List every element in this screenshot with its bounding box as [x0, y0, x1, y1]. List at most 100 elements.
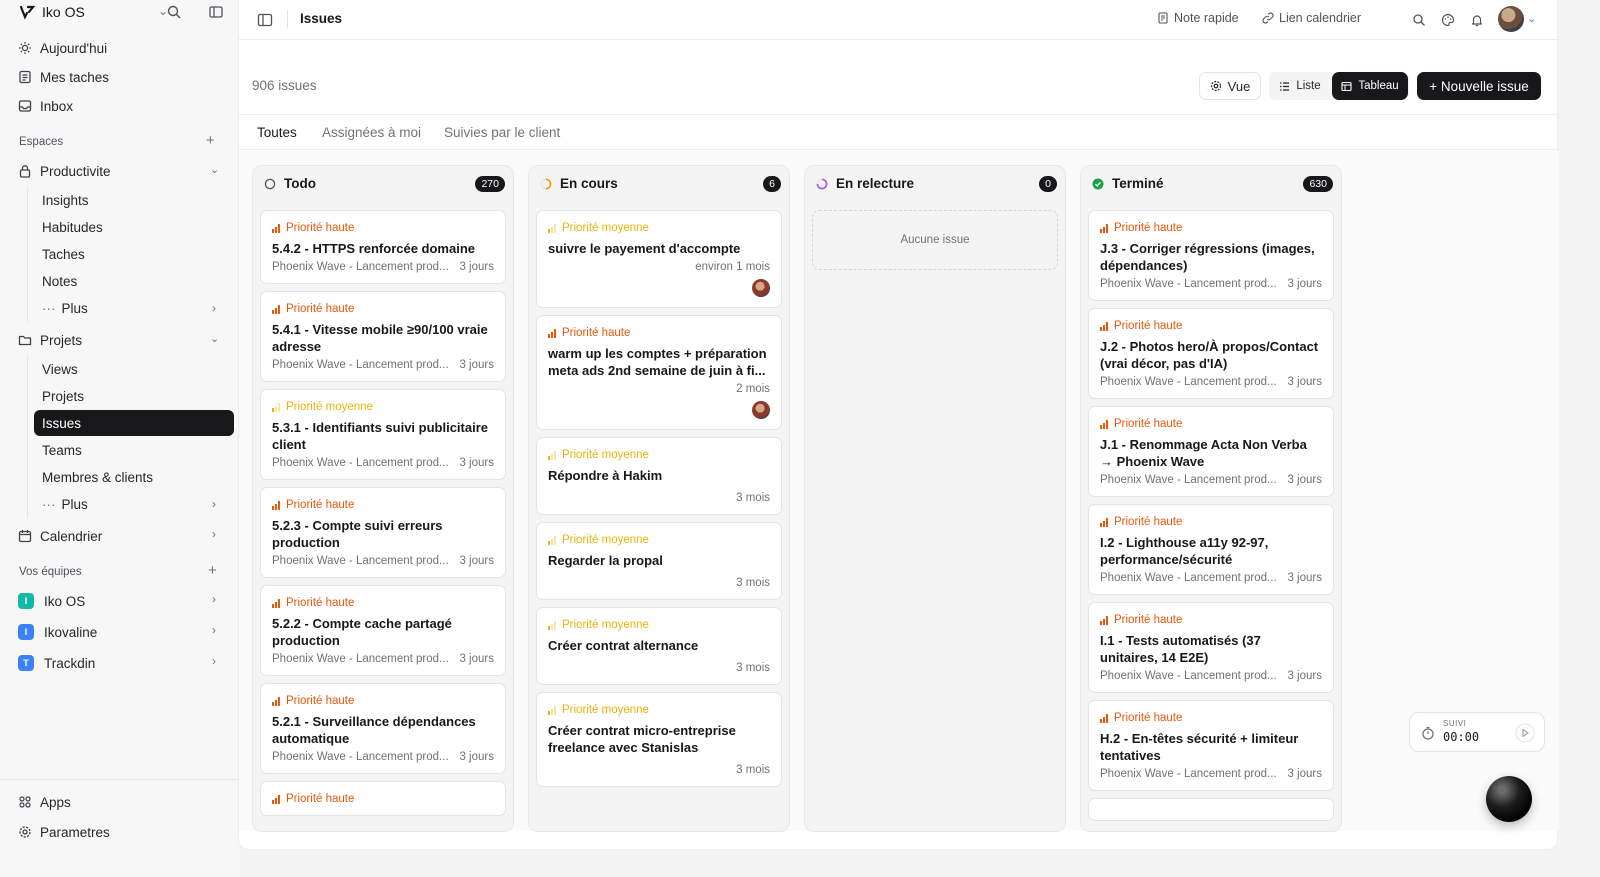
issue-card[interactable]: Priorité moyenne 5.3.1 - Identifiants su… [260, 389, 506, 480]
board-view-button[interactable]: Tableau [1332, 72, 1408, 100]
link-icon [1262, 12, 1274, 24]
issue-title: 5.4.1 - Vitesse mobile ≥90/100 vraie adr… [272, 322, 488, 354]
priority-text: Priorité moyenne [562, 534, 649, 546]
tab-assignees-a-moi[interactable]: Assignées à moi [322, 125, 421, 140]
nav-mes-taches[interactable]: Mes taches [18, 64, 234, 90]
priority-label: Priorité haute [272, 793, 494, 805]
timer-value: 00:00 [1443, 730, 1480, 744]
search-icon[interactable] [1410, 11, 1428, 29]
folder-icon [18, 333, 32, 347]
nav-apps[interactable]: Apps [18, 789, 234, 815]
issue-card[interactable]: Priorité haute [260, 781, 506, 816]
issue-project: Phoenix Wave - Lancement prod... [1100, 670, 1277, 682]
assignee-avatar[interactable] [752, 401, 770, 419]
issue-card[interactable]: Priorité haute 5.2.2 - Compte cache part… [260, 585, 506, 676]
priority-bars-icon [272, 598, 281, 608]
issue-age: 3 jours [459, 653, 494, 665]
sidebar-item-projets[interactable]: Projets [34, 383, 234, 409]
bell-icon[interactable] [1468, 11, 1486, 29]
issue-card[interactable]: Priorité haute J.3 - Corriger régression… [1088, 210, 1334, 301]
sidebar-toggle-icon[interactable] [208, 4, 226, 22]
issue-card[interactable] [1088, 798, 1334, 821]
sidebar-item-plus-projets[interactable]: ··· Plus › [34, 491, 234, 517]
tab-toutes[interactable]: Toutes [257, 125, 297, 140]
note-icon [1157, 12, 1169, 24]
issue-card[interactable]: Priorité haute 5.2.1 - Surveillance dépe… [260, 683, 506, 774]
issue-card[interactable]: Priorité haute I.1 - Tests automatisés (… [1088, 602, 1334, 693]
sidebar-item-issues[interactable]: Issues [34, 410, 234, 436]
user-avatar[interactable] [1498, 6, 1524, 32]
list-label: Liste [1296, 80, 1321, 92]
priority-text: Priorité haute [286, 695, 355, 707]
spaces-section-label: Espaces [19, 136, 64, 148]
sidebar-item-notes[interactable]: Notes [34, 268, 234, 294]
time-tracker-widget[interactable]: SUIVI 00:00 [1409, 712, 1545, 752]
view-options-button[interactable]: Vue [1199, 72, 1261, 100]
issue-title: 5.3.1 - Identifiants suivi publicitaire … [272, 420, 488, 452]
issue-card[interactable]: Priorité haute 5.4.1 - Vitesse mobile ≥9… [260, 291, 506, 382]
issue-card[interactable]: Priorité haute J.1 - Renommage Acta Non … [1088, 406, 1334, 497]
sidebar-item-habitudes[interactable]: Habitudes [34, 214, 234, 240]
space-projets[interactable]: Projets ⌄ [18, 327, 234, 353]
sidebar-item-teams[interactable]: Teams [34, 437, 234, 463]
assistant-orb-button[interactable] [1486, 776, 1532, 822]
palette-icon[interactable] [1439, 11, 1457, 29]
issue-card[interactable]: Priorité haute 5.4.2 - HTTPS renforcée d… [260, 210, 506, 284]
item-label: Taches [42, 246, 85, 262]
workspace-switcher[interactable]: Iko OS ⌄ [18, 0, 233, 24]
team-trackdin[interactable]: T Trackdin › [18, 650, 234, 676]
sidebar-item-views[interactable]: Views [34, 356, 234, 382]
priority-label: Priorité moyenne [548, 222, 770, 234]
search-icon[interactable] [166, 4, 184, 22]
gear-icon [18, 825, 32, 839]
team-name: Ikovaline [44, 624, 98, 640]
issue-count: 906 issues [252, 78, 317, 93]
column-title: Terminé [1112, 176, 1164, 191]
issue-title: Regarder la propal [548, 553, 663, 568]
sidebar-item-taches[interactable]: Taches [34, 241, 234, 267]
sidebar-toggle-icon[interactable] [256, 11, 274, 29]
tab-suivies-par-client[interactable]: Suivies par le client [444, 125, 560, 140]
nav-aujourdhui[interactable]: Aujourd'hui [18, 35, 234, 61]
issue-card[interactable]: Priorité moyenne Créer contrat alternanc… [536, 607, 782, 685]
sidebar-item-membres-clients[interactable]: Membres & clients [34, 464, 234, 490]
issue-card[interactable]: Priorité moyenne Regarder la propal 3 mo… [536, 522, 782, 600]
priority-label: Priorité moyenne [272, 401, 494, 413]
quick-note-label: Note rapide [1174, 11, 1239, 25]
nav-parametres[interactable]: Parametres [18, 819, 234, 845]
issue-card[interactable]: Priorité haute 5.2.3 - Compte suivi erre… [260, 487, 506, 578]
sidebar-item-insights[interactable]: Insights [34, 187, 234, 213]
new-issue-button[interactable]: + Nouvelle issue [1417, 72, 1541, 100]
add-space-icon[interactable]: + [206, 132, 215, 149]
space-productivite[interactable]: Productivite ⌄ [18, 158, 234, 184]
issue-card[interactable]: Priorité moyenne suivre le payement d'ac… [536, 210, 782, 308]
assignee-avatar[interactable] [752, 279, 770, 297]
priority-bars-icon [1100, 321, 1109, 331]
card-footer: Phoenix Wave - Lancement prod... 3 jours [1100, 376, 1322, 388]
priority-text: Priorité moyenne [562, 704, 649, 716]
chevron-right-icon: › [212, 301, 216, 315]
add-team-icon[interactable]: + [208, 562, 217, 579]
issue-project: Phoenix Wave - Lancement prod... [272, 653, 449, 665]
nav-inbox[interactable]: Inbox [18, 93, 234, 119]
priority-bars-icon [548, 223, 557, 233]
calendar-link-button[interactable]: Lien calendrier [1262, 11, 1361, 25]
issue-card[interactable]: Priorité moyenne Répondre à Hakim 3 mois [536, 437, 782, 515]
issue-card[interactable]: Priorité haute I.2 - Lighthouse a11y 92-… [1088, 504, 1334, 595]
issue-card[interactable]: Priorité haute warm up les comptes + pré… [536, 315, 782, 430]
chevron-down-icon[interactable]: ⌄ [1527, 12, 1536, 25]
issue-age: 3 jours [1287, 670, 1322, 682]
issue-card[interactable]: Priorité haute H.2 - En-têtes sécurité +… [1088, 700, 1334, 791]
quick-note-button[interactable]: Note rapide [1157, 11, 1239, 25]
team-ikovaline[interactable]: I Ikovaline › [18, 619, 234, 645]
issue-card[interactable]: Priorité moyenne Créer contrat micro-ent… [536, 692, 782, 787]
sidebar-item-plus-productivite[interactable]: ··· Plus › [34, 295, 234, 321]
play-icon[interactable] [1515, 723, 1535, 743]
issue-card[interactable]: Priorité haute J.2 - Photos hero/À propo… [1088, 308, 1334, 399]
issue-title: suivre le payement d'accompte [548, 241, 741, 256]
todo-status-icon [264, 178, 276, 190]
item-label: Notes [42, 273, 78, 289]
nav-calendrier[interactable]: Calendrier › [18, 523, 234, 549]
team-iko-os[interactable]: I Iko OS › [18, 588, 234, 614]
list-view-button[interactable]: Liste [1269, 72, 1331, 100]
